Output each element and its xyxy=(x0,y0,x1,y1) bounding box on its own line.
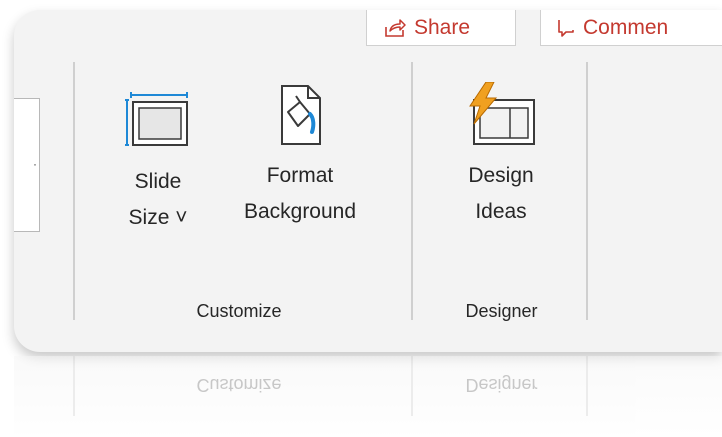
ribbon: Share Commen · Slide Size ˅ Format Backg… xyxy=(14,10,722,352)
comments-label: Commen xyxy=(583,15,669,39)
format-background-label-line2: Background xyxy=(243,200,357,223)
reflection-divider xyxy=(73,356,75,416)
group-divider xyxy=(73,62,75,320)
previous-group-gallery[interactable]: · xyxy=(14,98,40,232)
ribbon-reflection: Customize Designer xyxy=(14,356,722,437)
design-ideas-button[interactable]: Design Ideas xyxy=(446,82,556,230)
reflection-divider xyxy=(411,356,413,416)
slide-size-icon xyxy=(125,92,188,146)
group-divider xyxy=(411,62,413,320)
reflection-label-designer: Designer xyxy=(465,375,538,395)
group-divider xyxy=(586,62,588,320)
comments-button[interactable]: Commen xyxy=(540,10,722,46)
design-ideas-icon xyxy=(469,82,535,145)
comment-icon xyxy=(558,19,574,37)
share-icon xyxy=(385,18,406,37)
group-label-designer: Designer xyxy=(465,301,538,321)
gallery-more-arrow-icon[interactable]: · xyxy=(33,157,37,171)
group-label-customize: Customize xyxy=(196,301,282,321)
design-ideas-label-line1: Design xyxy=(468,164,534,187)
format-background-icon xyxy=(281,85,321,145)
share-button[interactable]: Share xyxy=(366,10,516,46)
slide-size-label-line1: Slide xyxy=(134,170,182,193)
slide-size-label-line2: Size ˅ xyxy=(128,206,188,229)
reflection-divider xyxy=(586,356,588,416)
format-background-button[interactable]: Format Background xyxy=(220,82,380,230)
format-background-label-line1: Format xyxy=(266,164,334,187)
design-ideas-label-line2: Ideas xyxy=(475,200,527,223)
slide-size-button[interactable]: Slide Size ˅ xyxy=(114,82,202,236)
reflection-label-customize: Customize xyxy=(196,375,282,395)
share-label: Share xyxy=(414,15,471,39)
